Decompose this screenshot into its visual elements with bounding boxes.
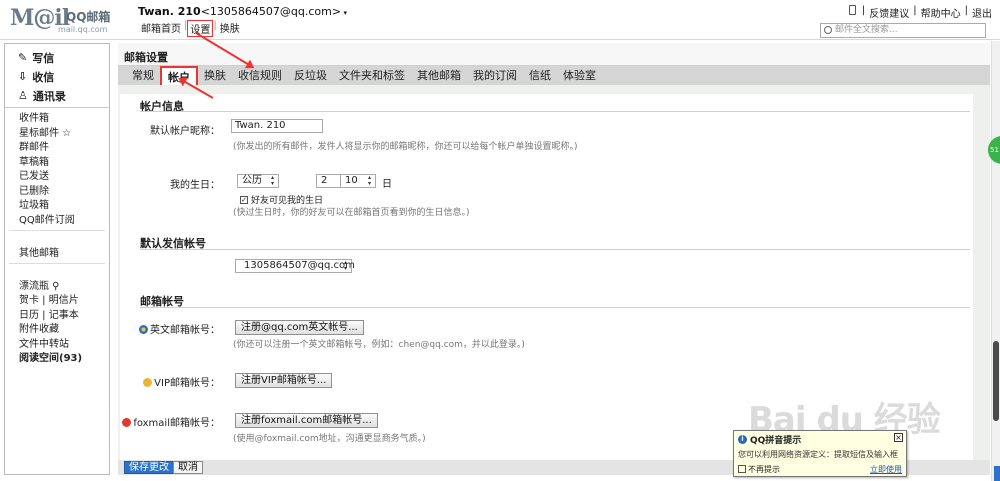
top-right-links: | 反馈建议 | 帮助中心 | 退出 (848, 5, 992, 20)
foxmail-account-label: foxmail邮箱帐号： (120, 414, 220, 429)
tab-antispam[interactable]: 反垃圾 (288, 66, 333, 85)
sidebar-item-file-transfer[interactable]: 文件中转站 (19, 338, 109, 353)
divider (140, 249, 970, 250)
day-select[interactable]: 10 (340, 174, 376, 188)
vip-account-label: VIP邮箱帐号： (120, 374, 220, 389)
birthday-hint: (快过生日时，你的好友可以在邮箱首页看到你的生日信息。) (233, 208, 470, 218)
day-unit: 日 (382, 179, 392, 190)
use-now-link[interactable]: 立即使用 (870, 464, 902, 475)
sidebar-actions: ✎ 写信 ⇩ 收信 ♙ 通讯录 (5, 44, 109, 108)
sidebar-item-starred[interactable]: 星标邮件 ☆ (19, 127, 109, 142)
register-english-button[interactable]: 注册@qq.com英文帐号... (235, 320, 364, 335)
receive-label: 收信 (32, 70, 55, 84)
download-icon: ⇩ (18, 70, 28, 83)
checkbox-icon[interactable] (738, 465, 746, 473)
no-remind-checkbox[interactable]: 不再提示 (738, 464, 780, 475)
header-links: 邮箱首页 | 设置 | 换肤 (138, 20, 243, 37)
tab-stationery[interactable]: 信纸 (523, 66, 557, 85)
link-feedback[interactable]: 反馈建议 (869, 5, 909, 20)
sidebar-item-subscriptions[interactable]: QQ邮件订阅 (19, 214, 109, 229)
top-header: M@il QQ邮箱 mail.qq.com Twan. 210<13058645… (0, 0, 1000, 40)
tab-lab[interactable]: 体验室 (557, 66, 602, 85)
foxmail-hint: (使用@foxmail.com地址，沟通更显商务气质。) (233, 434, 426, 444)
sidebar-item-group[interactable]: 群邮件 (19, 141, 109, 156)
tab-general[interactable]: 常规 (126, 66, 160, 85)
folder-list: 收件箱 星标邮件 ☆ 群邮件 草稿箱 已发送 已删除 垃圾箱 QQ邮件订阅 其他… (5, 108, 109, 367)
qq-pinyin-toast: i QQ拼音提示 × 您可以利用网络资源定义：提取短信及输入框 不再提示 立即使用 (733, 430, 907, 477)
birthday-label: 我的生日： (170, 180, 220, 191)
sidebar-item-sent[interactable]: 已发送 (19, 170, 109, 185)
nickname-input[interactable]: Twan. 210 (231, 119, 323, 133)
qq-icon (139, 325, 148, 334)
toast-title: QQ拼音提示 (750, 436, 802, 446)
corner-indicator (994, 466, 1000, 481)
sidebar-item-spam[interactable]: 垃圾箱 (19, 199, 109, 214)
calendar-select[interactable]: 公历 (237, 174, 279, 188)
tab-folders[interactable]: 文件夹和标签 (333, 66, 411, 85)
register-vip-button[interactable]: 注册VIP邮箱帐号... (235, 373, 333, 388)
sidebar-item-reading[interactable]: 阅读空间(93) (19, 352, 109, 367)
sidebar-item-drafts[interactable]: 草稿箱 (19, 156, 109, 171)
search-icon[interactable] (824, 26, 832, 34)
no-remind-label: 不再提示 (748, 465, 780, 474)
register-foxmail-button[interactable]: 注册foxmail.com邮箱帐号... (235, 413, 378, 428)
sidebar-item-inbox[interactable]: 收件箱 (19, 112, 109, 127)
save-button[interactable]: 保存更改 (124, 461, 174, 474)
logo-brand: QQ邮箱 (66, 10, 111, 24)
cancel-button[interactable]: 取消 (173, 461, 203, 474)
link-logout[interactable]: 退出 (972, 5, 992, 20)
divider (140, 307, 970, 308)
close-icon[interactable]: × (894, 433, 903, 442)
tab-skin[interactable]: 换肤 (198, 66, 232, 85)
tab-subscriptions[interactable]: 我的订阅 (467, 66, 523, 85)
account-name: Twan. 210 (138, 5, 201, 18)
english-hint: (你还可以注册一个英文邮箱帐号，例如：chen@qq.com，并以此登录。) (233, 340, 525, 350)
checkbox-checked-icon[interactable]: ✓ (240, 195, 248, 204)
sidebar-item-drift-bottle[interactable]: 漂流瓶 ⚲ (19, 280, 109, 295)
vip-account-text: VIP邮箱帐号： (154, 378, 220, 389)
sidebar-item-calendar[interactable]: 日历 | 记事本 (19, 309, 109, 324)
foxmail-icon (122, 418, 132, 427)
compose-button[interactable]: ✎ 写信 (18, 48, 109, 67)
nickname-hint: (你发出的所有邮件，发件人将显示你的邮箱昵称，你还可以给每个帐户单独设置昵称。) (233, 142, 578, 152)
sidebar-item-cards[interactable]: 贺卡 | 明信片 (19, 294, 109, 309)
tab-rules[interactable]: 收信规则 (232, 66, 288, 85)
contacts-icon: ♙ (18, 89, 28, 102)
sidebar-item-attachments[interactable]: 附件收藏 (19, 323, 109, 338)
default-sender-select[interactable]: 1305864507@qq.com (235, 259, 355, 273)
link-skin[interactable]: 换肤 (217, 20, 243, 37)
english-account-label: 英文邮箱帐号： (120, 321, 220, 336)
compose-label: 写信 (32, 51, 55, 65)
divider (140, 111, 970, 112)
phone-icon[interactable] (848, 5, 856, 15)
nickname-label: 默认帐户昵称： (150, 126, 220, 137)
account-email: <1305864507@qq.com> (200, 5, 342, 18)
info-icon: i (738, 435, 747, 444)
search-placeholder: 邮件全文搜索... (835, 25, 898, 35)
divider (9, 230, 105, 245)
qq-mail-logo[interactable]: M@il QQ邮箱 mail.qq.com (10, 5, 130, 35)
logo-domain: mail.qq.com (58, 25, 108, 34)
vip-icon (143, 378, 153, 387)
english-account-text: 英文邮箱帐号： (150, 325, 220, 336)
toast-body: 您可以利用网络资源定义：提取短信及输入框 (738, 450, 898, 459)
divider (9, 263, 105, 278)
account-display[interactable]: Twan. 210<1305864507@qq.com> ▾ (138, 5, 347, 18)
link-help[interactable]: 帮助中心 (921, 5, 961, 20)
scrollbar[interactable] (991, 41, 1000, 481)
search-input[interactable]: 邮件全文搜索... (820, 23, 986, 38)
foxmail-account-text: foxmail邮箱帐号： (133, 418, 220, 429)
sidebar-item-deleted[interactable]: 已删除 (19, 185, 109, 200)
contacts-label: 通讯录 (32, 89, 66, 103)
tab-other-mailbox[interactable]: 其他邮箱 (411, 66, 467, 85)
chevron-down-icon[interactable]: ▾ (341, 9, 347, 17)
contacts-button[interactable]: ♙ 通讯录 (18, 86, 109, 105)
scrollbar-thumb[interactable] (993, 341, 999, 421)
sidebar-item-other-mailbox[interactable]: 其他邮箱 (19, 247, 109, 262)
pen-icon: ✎ (18, 51, 28, 64)
link-home[interactable]: 邮箱首页 (138, 20, 184, 37)
receive-button[interactable]: ⇩ 收信 (18, 67, 109, 86)
sidebar: ✎ 写信 ⇩ 收信 ♙ 通讯录 收件箱 星标邮件 ☆ 群邮件 草稿箱 已发送 已删除 … (4, 43, 110, 475)
